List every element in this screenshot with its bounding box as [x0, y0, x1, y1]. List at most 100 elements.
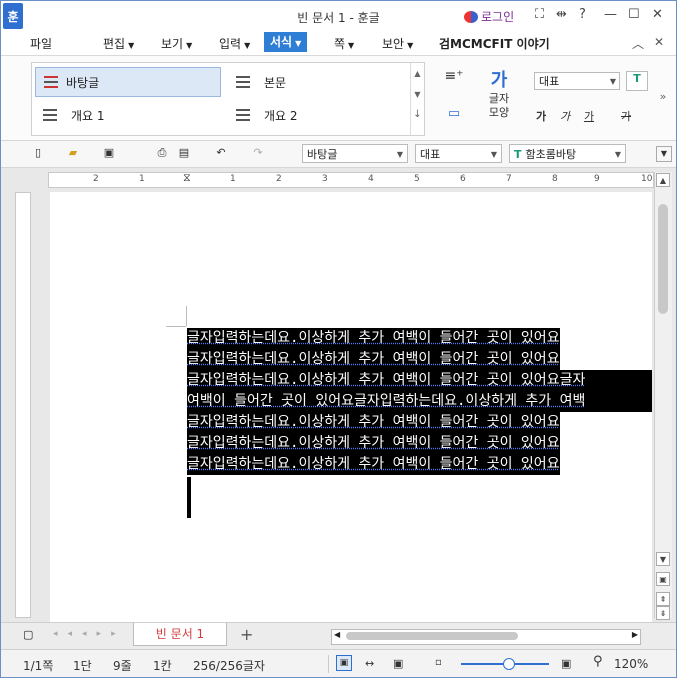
style-select[interactable]: 바탕글 ▼	[302, 144, 408, 163]
menu-page[interactable]: 쪽 ▼	[334, 35, 354, 52]
fullscreen-icon[interactable]: ⛶	[535, 7, 544, 22]
zoom-in-icon[interactable]: ▣	[561, 657, 571, 670]
underline-button[interactable]: 가	[582, 108, 596, 124]
width-view-icon[interactable]: ↔	[365, 657, 374, 670]
ribbon-font-value: 대표	[539, 75, 560, 88]
undo-icon[interactable]: ↶	[214, 146, 228, 160]
print-icon[interactable]: ⎙	[155, 146, 169, 160]
font-select[interactable]: T 함초롬바탕 ▼	[509, 144, 626, 163]
text-line[interactable]: 글자입력하는데요.이상하게 추가 여백이 들어간 곳이 있어요	[187, 433, 560, 454]
vertical-ruler[interactable]	[15, 192, 31, 618]
char-shape-button[interactable]: 가 글자 모양	[481, 66, 517, 120]
text-line[interactable]: 글자입력하는데요.이상하게 추가 여백이 들어간 곳이 있어요	[187, 454, 560, 475]
strikethrough-button[interactable]: 가	[619, 108, 633, 124]
login-button[interactable]: 로그인	[464, 8, 514, 25]
text-line[interactable]: 글자입력하는데요.이상하게 추가 여백이 들어간 곳이 있어요글자	[187, 370, 652, 391]
style-gallery-scroll[interactable]: ▲ ▼ ↓	[410, 63, 424, 135]
menu-edit[interactable]: 편집 ▼	[103, 35, 134, 52]
maximize-button[interactable]: ☐	[628, 7, 640, 22]
minimize-button[interactable]: —	[604, 7, 617, 22]
next-page-icon[interactable]: ⇟	[656, 606, 670, 620]
italic-button[interactable]: 가	[558, 108, 572, 124]
tab-blank-document[interactable]: 빈 문서 1	[133, 623, 227, 646]
ribbon-more-icon[interactable]: »	[658, 90, 668, 103]
open-folder-icon[interactable]: ▰	[66, 146, 80, 160]
status-zoom[interactable]: 120%	[614, 657, 648, 671]
scroll-down-icon[interactable]: ▼	[411, 90, 424, 99]
ruler-tick: 5	[414, 174, 420, 184]
login-label: 로그인	[481, 10, 515, 24]
help-icon[interactable]: ?	[579, 7, 586, 22]
horizontal-scrollbar[interactable]: ◀ ▶	[331, 629, 641, 645]
font-select-value: 함초롬바탕	[525, 148, 577, 161]
scroll-up-icon[interactable]: ▲	[411, 69, 424, 78]
add-style-icon[interactable]: ≡⁺	[444, 68, 464, 84]
zoom-slider[interactable]	[461, 658, 549, 670]
menu-format[interactable]: 서식 ▼	[264, 32, 308, 52]
scroll-thumb[interactable]	[346, 632, 518, 640]
zoom-slider-thumb[interactable]	[503, 658, 515, 670]
font-settings-icon[interactable]: T	[626, 71, 648, 91]
text-line[interactable]: 여백이 들어간 곳이 있어요글자입력하는데요.이상하게 추가 여백	[187, 391, 652, 412]
scroll-right-icon[interactable]: ▶	[632, 630, 638, 639]
ribbon-close-icon[interactable]: ✕	[654, 35, 664, 49]
ruler-tick: 7	[506, 174, 512, 184]
scroll-left-icon[interactable]: ◀	[334, 630, 340, 639]
ribbon-font-select[interactable]: 대표 ▼	[534, 72, 620, 90]
close-button[interactable]: ✕	[652, 7, 663, 22]
prev-page-icon[interactable]: ⇞	[656, 592, 670, 606]
vertical-scrollbar[interactable]: ▲ ▼ ▣ ⇞ ⇟	[654, 172, 672, 620]
style-item-outline-1[interactable]: 개요 1	[35, 101, 219, 129]
document-page[interactable]: 글자입력하는데요.이상하게 추가 여백이 들어간 곳이 있어요 글자입력하는데요…	[50, 192, 652, 622]
page-view-icon[interactable]: ▣	[393, 657, 403, 670]
caret-down-icon: ▼	[348, 41, 355, 50]
menu-insert-label: 입력	[219, 37, 242, 51]
language-select[interactable]: 대표 ▼	[415, 144, 502, 163]
menu-insert[interactable]: 입력 ▼	[219, 35, 250, 52]
add-tab-button[interactable]: +	[240, 625, 253, 644]
ribbon-collapse-icon[interactable]: ︿	[632, 35, 644, 52]
caret-down-icon: ▼	[295, 39, 302, 48]
bold-button[interactable]: 가	[534, 108, 548, 124]
toolbar-expand-icon[interactable]: ▼	[656, 146, 672, 162]
menu-view[interactable]: 보기 ▼	[161, 35, 192, 52]
horizontal-ruler[interactable]: 2 1 ⧖ 1 2 3 4 5 6 7 8 9 10	[48, 171, 654, 188]
text-line[interactable]: 글자입력하는데요.이상하게 추가 여백이 들어간 곳이 있어요	[187, 328, 560, 349]
redo-icon[interactable]: ↷	[251, 146, 265, 160]
scroll-down-icon[interactable]: ▼	[656, 552, 670, 566]
zoom-magnifier-icon[interactable]: ⚲	[593, 654, 603, 669]
tab-nav-icons[interactable]: ◂◂◂▸▸	[53, 629, 126, 639]
status-col: 1칸	[153, 659, 172, 673]
expand-icon[interactable]: ↓	[411, 109, 424, 120]
save-icon[interactable]: ▣	[102, 146, 116, 160]
normal-view-icon[interactable]: ▣	[336, 655, 352, 671]
scroll-up-icon[interactable]: ▲	[656, 173, 670, 187]
style-item-label: 개요 2	[264, 108, 298, 123]
preview-icon[interactable]: ▤	[177, 146, 191, 160]
resize-icon[interactable]: ⇹	[556, 7, 567, 22]
text-line[interactable]: 글자입력하는데요.이상하게 추가 여백이 들어간 곳이 있어요	[187, 412, 560, 433]
status-line: 9줄	[113, 659, 132, 673]
margin-guide	[166, 326, 186, 327]
standard-toolbar: ▯ ▰ ▣ ⎙ ▤ ↶ ↷ 바탕글 ▼ 대표 ▼ T 함초롬바탕 ▼ ▼	[1, 141, 676, 168]
style-paragraph-icon	[236, 109, 250, 121]
menu-file[interactable]: 파일	[30, 35, 52, 52]
status-page[interactable]: 1/1쪽	[23, 657, 53, 674]
indent-marker-icon[interactable]: ⧖	[183, 171, 191, 185]
style-item-outline-2[interactable]: 개요 2	[228, 101, 398, 129]
tab-list-icon[interactable]: ▢	[23, 628, 33, 641]
status-column: 1단	[73, 659, 92, 673]
style-paragraph-icon	[43, 109, 57, 121]
new-document-icon[interactable]: ▯	[31, 146, 45, 160]
style-item-body[interactable]: 본문	[228, 68, 398, 96]
menu-overflow-text[interactable]: 검MCMCFIT 이야기	[439, 35, 550, 52]
style-manage-icon[interactable]: ▭	[444, 106, 464, 121]
text-cursor	[187, 477, 191, 518]
page-view-icon[interactable]: ▣	[656, 572, 670, 586]
window-title: 빈 문서 1 - 훈글	[297, 11, 380, 25]
style-item-batanggeul[interactable]: 바탕글	[35, 67, 221, 97]
menu-security[interactable]: 보안 ▼	[382, 35, 413, 52]
text-line[interactable]: 글자입력하는데요.이상하게 추가 여백이 들어간 곳이 있어요	[187, 349, 560, 370]
scroll-thumb[interactable]	[658, 204, 668, 314]
zoom-out-icon[interactable]: ▫	[435, 657, 442, 668]
